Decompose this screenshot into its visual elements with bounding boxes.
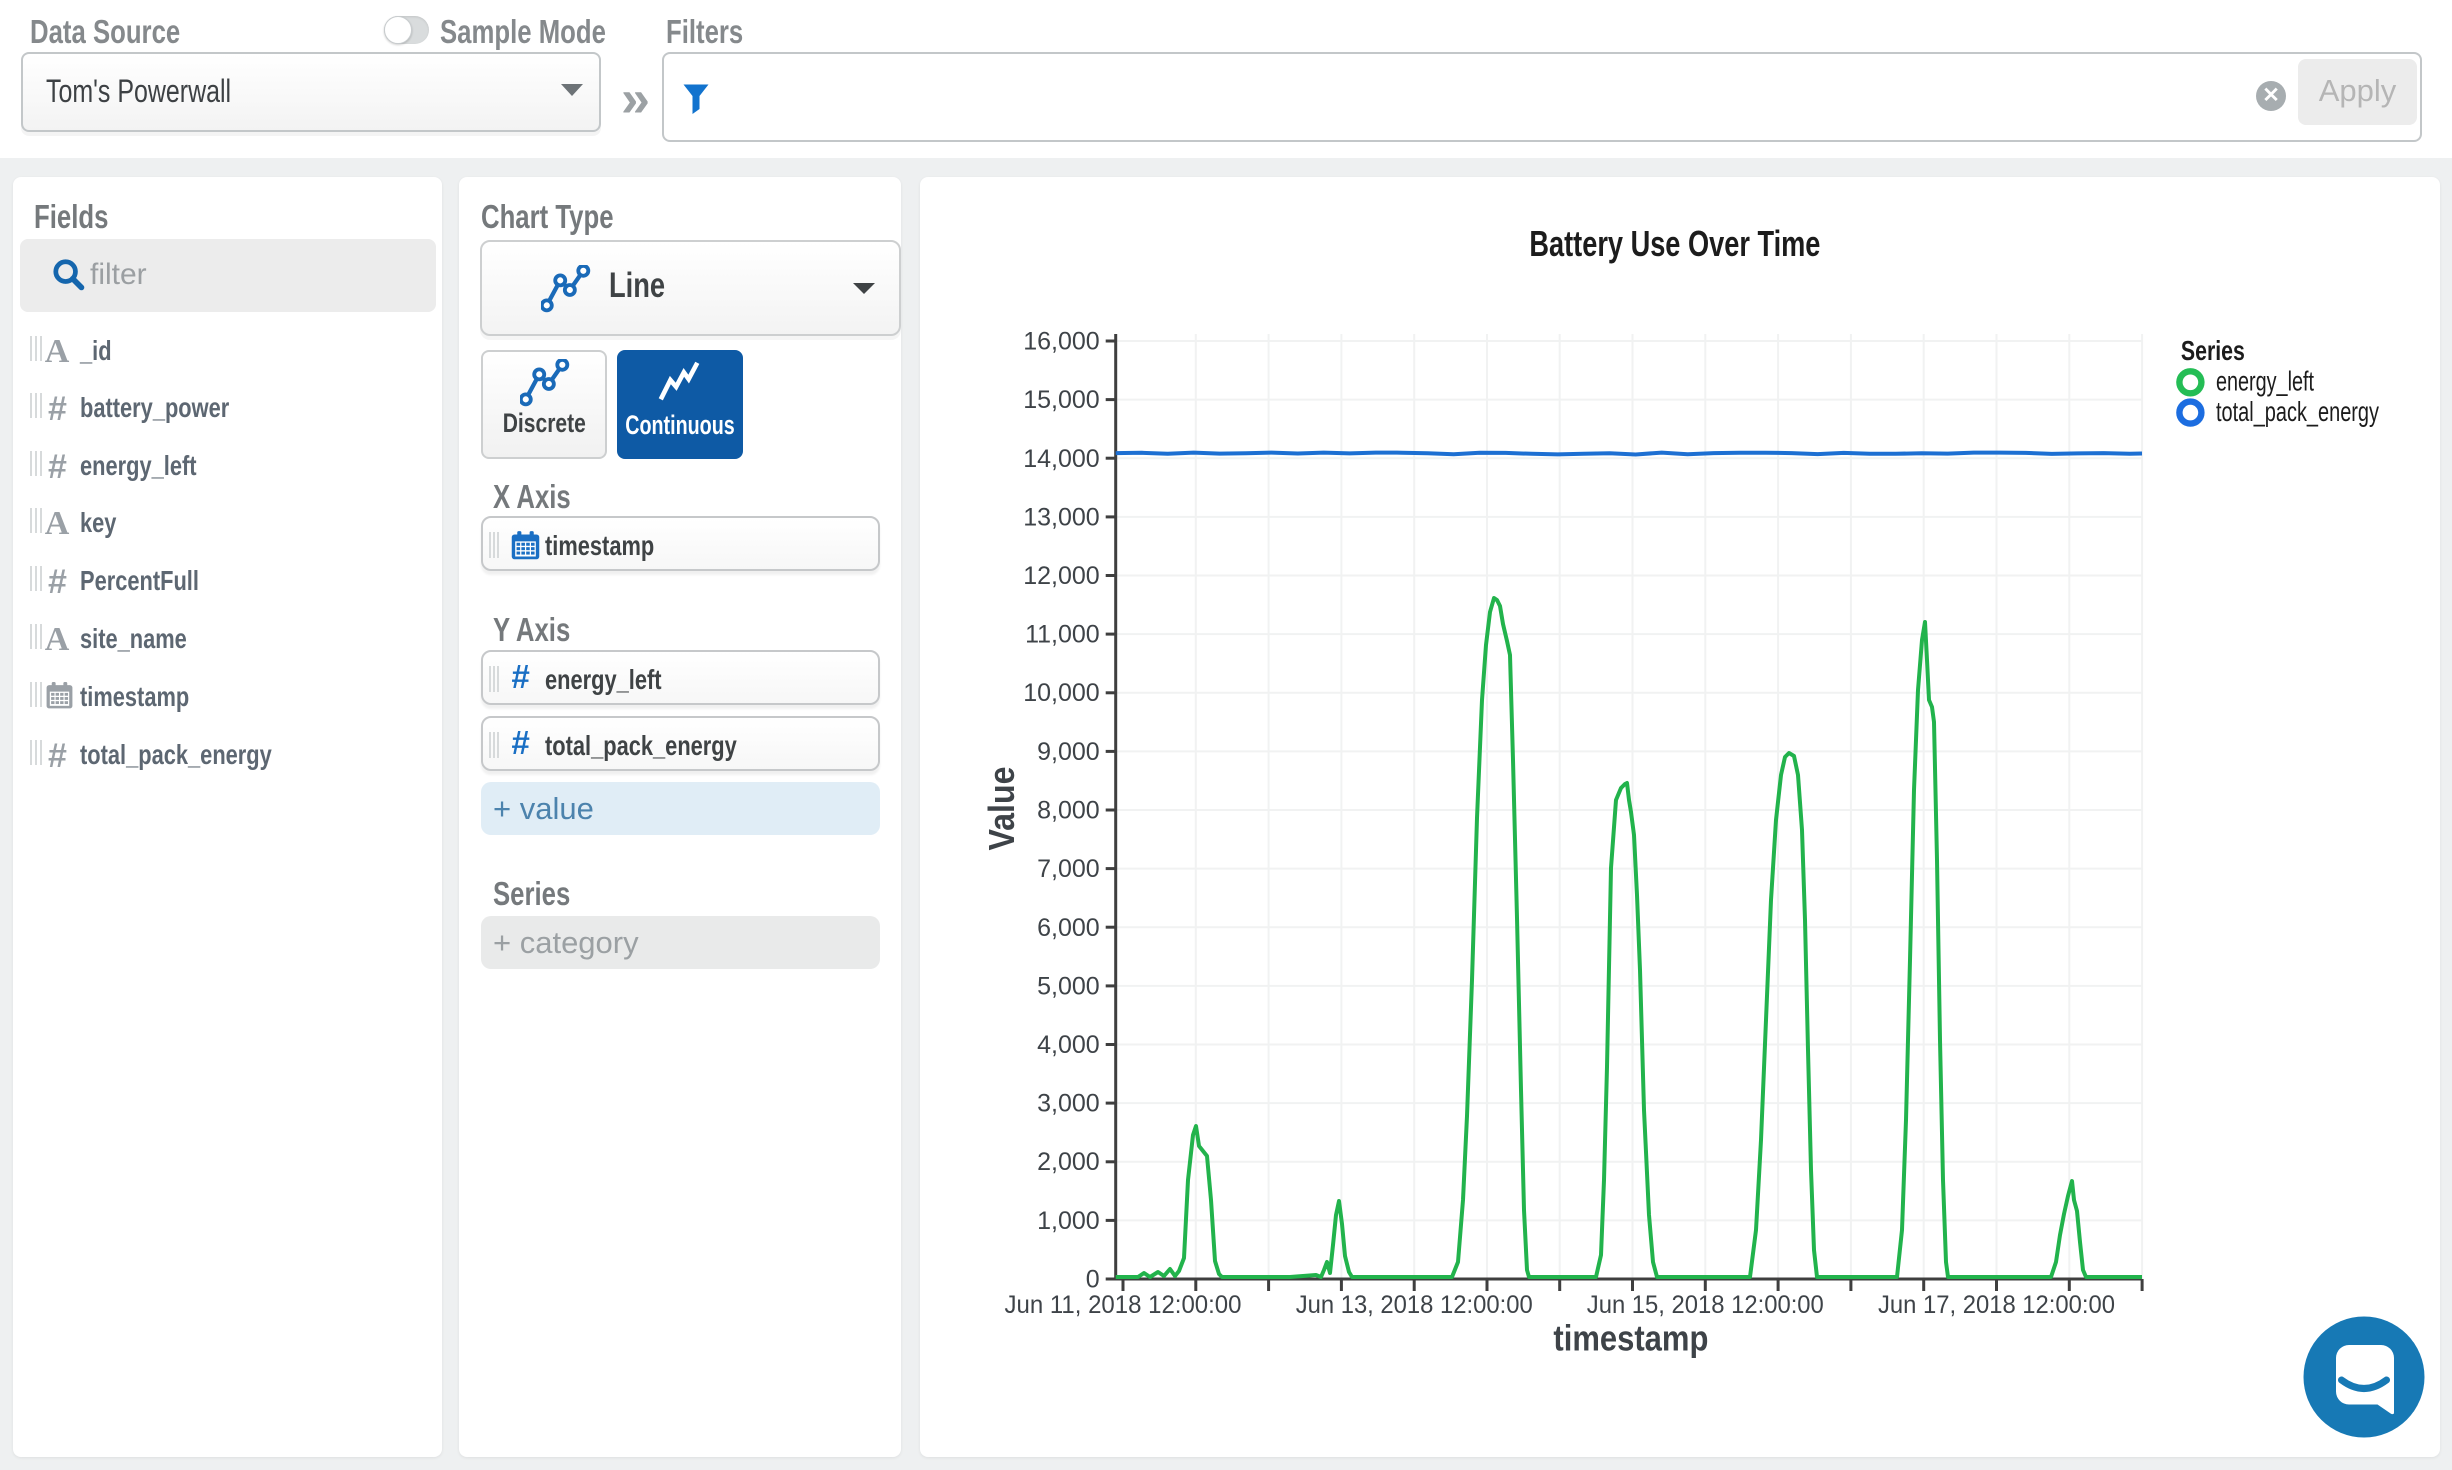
svg-text:Series: Series: [2181, 335, 2245, 366]
svg-text:16,000: 16,000: [1023, 328, 1099, 356]
svg-text:5,000: 5,000: [1037, 972, 1100, 1000]
svg-text:Jun 17, 2018 12:00:00: Jun 17, 2018 12:00:00: [1878, 1291, 2115, 1319]
svg-text:0: 0: [1086, 1266, 1100, 1294]
svg-text:9,000: 9,000: [1037, 738, 1100, 766]
svg-text:6,000: 6,000: [1037, 914, 1100, 942]
svg-text:Battery Use Over Time: Battery Use Over Time: [1529, 223, 1820, 264]
svg-text:15,000: 15,000: [1023, 386, 1099, 414]
svg-text:8,000: 8,000: [1037, 797, 1100, 825]
svg-text:Value: Value: [981, 767, 1022, 851]
svg-text:13,000: 13,000: [1023, 503, 1099, 531]
svg-text:timestamp: timestamp: [1553, 1318, 1708, 1359]
svg-text:Jun 11, 2018 12:00:00: Jun 11, 2018 12:00:00: [1005, 1291, 1242, 1319]
svg-text:energy_left: energy_left: [2216, 366, 2314, 397]
svg-text:12,000: 12,000: [1023, 562, 1099, 590]
svg-text:2,000: 2,000: [1037, 1148, 1100, 1176]
svg-text:10,000: 10,000: [1023, 679, 1099, 707]
svg-text:1,000: 1,000: [1037, 1207, 1100, 1235]
svg-text:14,000: 14,000: [1023, 445, 1099, 473]
svg-text:Jun 15, 2018 12:00:00: Jun 15, 2018 12:00:00: [1587, 1291, 1824, 1319]
svg-text:4,000: 4,000: [1037, 1031, 1100, 1059]
svg-text:11,000: 11,000: [1025, 621, 1100, 649]
svg-text:7,000: 7,000: [1037, 855, 1100, 883]
svg-text:Jun 13, 2018 12:00:00: Jun 13, 2018 12:00:00: [1296, 1291, 1533, 1319]
svg-text:3,000: 3,000: [1037, 1090, 1100, 1118]
svg-text:total_pack_energy: total_pack_energy: [2216, 396, 2379, 427]
